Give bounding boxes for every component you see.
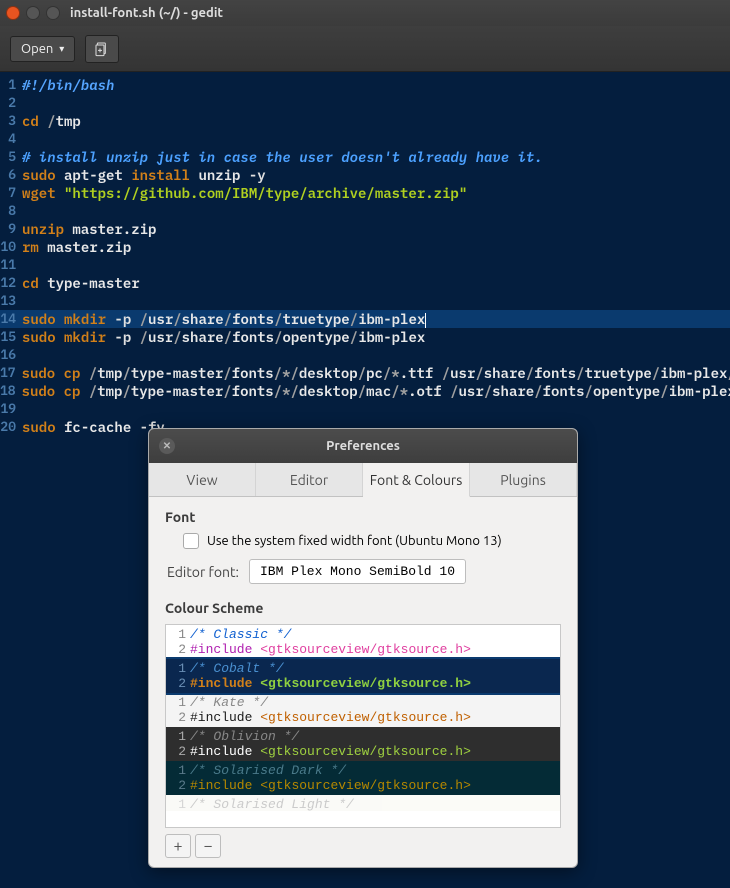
- line-number: 19: [0, 400, 20, 418]
- line-number: 2: [0, 94, 20, 112]
- colour-scheme-classic[interactable]: 1/* Classic */2#include <gtksourceview/g…: [166, 625, 560, 659]
- code-content: sudo mkdir -p /usr/share/fonts/truetype/…: [20, 310, 426, 328]
- code-line[interactable]: 12cd type-master: [0, 274, 730, 292]
- code-content: wget "https://github.com/IBM/type/archiv…: [20, 184, 467, 202]
- code-line[interactable]: 9unzip master.zip: [0, 220, 730, 238]
- line-number: 7: [0, 184, 20, 202]
- colour-scheme-section-title: Colour Scheme: [165, 600, 561, 616]
- line-number: 12: [0, 274, 20, 292]
- code-content: # install unzip just in case the user do…: [20, 148, 543, 166]
- line-number: 17: [0, 364, 20, 382]
- code-line[interactable]: 17sudo cp /tmp/type-master/fonts/*/deskt…: [0, 364, 730, 382]
- colour-scheme-list[interactable]: 1/* Classic */2#include <gtksourceview/g…: [165, 624, 561, 828]
- tab-font-colours[interactable]: Font & Colours: [363, 463, 470, 497]
- line-number: 18: [0, 382, 20, 400]
- code-content: sudo apt-get install unzip -y: [20, 166, 266, 184]
- code-line[interactable]: 10rm master.zip: [0, 238, 730, 256]
- line-number: 11: [0, 256, 20, 274]
- code-line[interactable]: 16: [0, 346, 730, 364]
- line-number: 1: [0, 76, 20, 94]
- window-titlebar: install-font.sh (~/) - gedit: [0, 0, 730, 26]
- line-number: 4: [0, 130, 20, 148]
- code-line[interactable]: 19: [0, 400, 730, 418]
- use-system-font-checkbox[interactable]: [183, 533, 199, 549]
- code-content: sudo fc-cache -fv: [20, 418, 165, 436]
- code-content: cd type-master: [20, 274, 140, 292]
- editor-font-button[interactable]: IBM Plex Mono SemiBold 10: [249, 559, 466, 584]
- font-section-title: Font: [165, 509, 561, 525]
- use-system-font-label: Use the system fixed width font (Ubuntu …: [207, 534, 502, 548]
- code-line[interactable]: 18sudo cp /tmp/type-master/fonts/*/deskt…: [0, 382, 730, 400]
- new-document-icon: [94, 41, 110, 57]
- dialog-close-button[interactable]: ✕: [159, 438, 175, 454]
- colour-scheme-solarised-dark[interactable]: 1/* Solarised Dark */2#include <gtksourc…: [166, 761, 560, 795]
- line-number: 6: [0, 166, 20, 184]
- tab-plugins[interactable]: Plugins: [470, 463, 577, 496]
- code-content: sudo cp /tmp/type-master/fonts/*/desktop…: [20, 364, 730, 382]
- code-content: #!/bin/bash: [20, 76, 114, 94]
- open-button[interactable]: Open ▾: [10, 36, 75, 62]
- line-number: 10: [0, 238, 20, 256]
- code-line[interactable]: 11: [0, 256, 730, 274]
- open-button-label: Open: [21, 42, 53, 56]
- line-number: 9: [0, 220, 20, 238]
- add-scheme-button[interactable]: +: [165, 834, 191, 858]
- code-line[interactable]: 6sudo apt-get install unzip -y: [0, 166, 730, 184]
- remove-scheme-button[interactable]: −: [195, 834, 221, 858]
- code-content: rm master.zip: [20, 238, 131, 256]
- code-line[interactable]: 14sudo mkdir -p /usr/share/fonts/truetyp…: [0, 310, 730, 328]
- dialog-tabs: ViewEditorFont & ColoursPlugins: [149, 463, 577, 497]
- line-number: 16: [0, 346, 20, 364]
- code-line[interactable]: 4: [0, 130, 730, 148]
- code-content: unzip master.zip: [20, 220, 156, 238]
- code-line[interactable]: 5# install unzip just in case the user d…: [0, 148, 730, 166]
- chevron-down-icon: ▾: [59, 43, 64, 55]
- colour-scheme-oblivion[interactable]: 1/* Oblivion */2#include <gtksourceview/…: [166, 727, 560, 761]
- tab-view[interactable]: View: [149, 463, 256, 496]
- code-content: cd /tmp: [20, 112, 81, 130]
- line-number: 14: [0, 310, 20, 328]
- line-number: 3: [0, 112, 20, 130]
- line-number: 20: [0, 418, 20, 436]
- line-number: 15: [0, 328, 20, 346]
- code-content: sudo mkdir -p /usr/share/fonts/opentype/…: [20, 328, 425, 346]
- window-title: install-font.sh (~/) - gedit: [70, 6, 223, 20]
- code-line[interactable]: 15sudo mkdir -p /usr/share/fonts/opentyp…: [0, 328, 730, 346]
- code-line[interactable]: 1#!/bin/bash: [0, 76, 730, 94]
- colour-scheme-solarised-light[interactable]: 1/* Solarised Light */: [166, 795, 560, 811]
- colour-scheme-kate[interactable]: 1/* Kate */2#include <gtksourceview/gtks…: [166, 693, 560, 727]
- window-minimize-button[interactable]: [26, 6, 40, 20]
- tab-editor[interactable]: Editor: [256, 463, 363, 496]
- code-line[interactable]: 2: [0, 94, 730, 112]
- dialog-titlebar: ✕ Preferences: [149, 429, 577, 463]
- code-line[interactable]: 3cd /tmp: [0, 112, 730, 130]
- window-maximize-button[interactable]: [46, 6, 60, 20]
- line-number: 13: [0, 292, 20, 310]
- new-tab-button[interactable]: [85, 35, 119, 63]
- colour-scheme-cobalt[interactable]: 1/* Cobalt */2#include <gtksourceview/gt…: [166, 659, 560, 693]
- preferences-dialog: ✕ Preferences ViewEditorFont & ColoursPl…: [148, 428, 578, 868]
- editor-font-label: Editor font:: [167, 564, 239, 580]
- line-number: 8: [0, 202, 20, 220]
- window-close-button[interactable]: [6, 6, 20, 20]
- code-line[interactable]: 13: [0, 292, 730, 310]
- dialog-title: Preferences: [326, 439, 400, 453]
- toolbar: Open ▾: [0, 26, 730, 72]
- code-line[interactable]: 7wget "https://github.com/IBM/type/archi…: [0, 184, 730, 202]
- line-number: 5: [0, 148, 20, 166]
- code-line[interactable]: 8: [0, 202, 730, 220]
- code-content: sudo cp /tmp/type-master/fonts/*/desktop…: [20, 382, 730, 400]
